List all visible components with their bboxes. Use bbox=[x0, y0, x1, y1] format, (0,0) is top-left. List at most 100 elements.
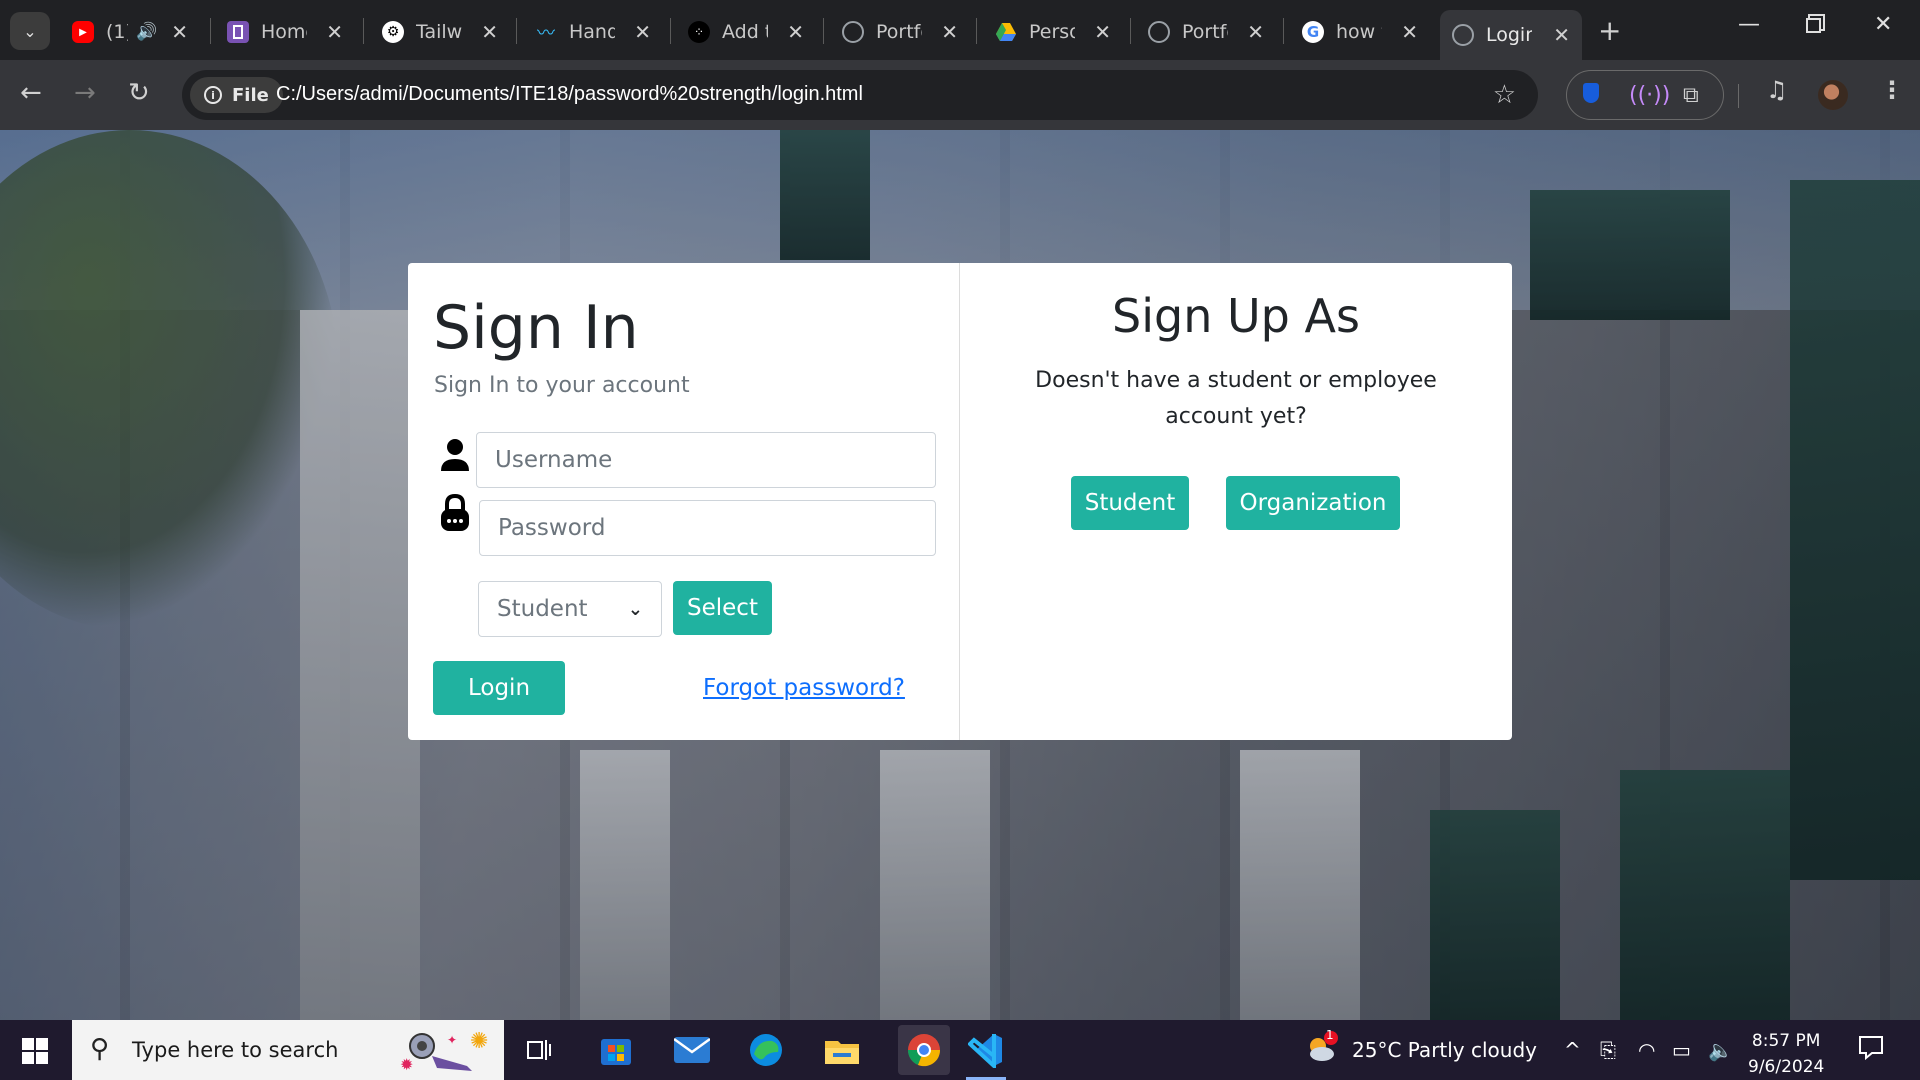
signup-student-button[interactable]: Student bbox=[1071, 476, 1189, 530]
tab-login[interactable]: Login ✕ bbox=[1440, 10, 1582, 60]
tab-add[interactable]: ⁘ Add t ✕ bbox=[676, 10, 816, 54]
back-button[interactable]: ← bbox=[20, 78, 42, 108]
tab-portfolio-2[interactable]: Portfo ✕ bbox=[1136, 10, 1276, 54]
forward-button[interactable]: → bbox=[74, 78, 96, 108]
arrow-left-icon: ← bbox=[20, 78, 42, 108]
globe-icon bbox=[1452, 24, 1474, 46]
tab-title: Handl bbox=[569, 21, 615, 43]
tab-home[interactable]: Home ✕ bbox=[215, 10, 355, 54]
bitwarden-icon[interactable] bbox=[1583, 83, 1599, 109]
youtube-icon: ▶ bbox=[72, 21, 94, 43]
url-text[interactable]: C:/Users/admi/Documents/ITE18/password%2… bbox=[276, 83, 863, 106]
tab-title: Tailwi bbox=[416, 21, 462, 43]
mail-icon[interactable] bbox=[672, 1030, 712, 1070]
profile-avatar[interactable] bbox=[1818, 80, 1848, 110]
media-control-icon[interactable]: ♫ bbox=[1766, 76, 1788, 104]
chevron-down-icon: ⌄ bbox=[627, 598, 643, 620]
signup-title: Sign Up As bbox=[1112, 289, 1360, 343]
microsoft-store-icon[interactable] bbox=[596, 1030, 636, 1070]
tab-tailwind-chat[interactable]: ⚙ Tailwi ✕ bbox=[370, 10, 510, 54]
chrome-taskbar-icon[interactable] bbox=[898, 1025, 950, 1075]
toolbar-divider bbox=[1738, 84, 1739, 108]
close-icon[interactable]: ✕ bbox=[1401, 20, 1418, 44]
tab-divider bbox=[210, 18, 211, 44]
taskbar-search[interactable]: ⚲ Type here to search ✺ ✹ ✦ bbox=[72, 1020, 504, 1080]
tab-divider bbox=[363, 18, 364, 44]
signup-description: Doesn't have a student or employee accou… bbox=[1035, 368, 1437, 429]
tab-google-search[interactable]: G how t ✕ bbox=[1290, 10, 1430, 54]
task-view-icon[interactable] bbox=[520, 1030, 560, 1070]
close-icon[interactable]: ✕ bbox=[171, 20, 188, 44]
drive-icon bbox=[995, 21, 1017, 43]
forgot-password-link[interactable]: Forgot password? bbox=[703, 675, 905, 701]
login-card: Sign In Sign In to your account Username… bbox=[408, 263, 1512, 740]
browser-toolbar: ← → ↻ i File C:/Users/admi/Documents/ITE… bbox=[0, 60, 1920, 130]
wifi-icon[interactable]: ◠ bbox=[1638, 1038, 1655, 1062]
tab-youtube[interactable]: ▶ (1) 🔊 ✕ bbox=[60, 10, 200, 54]
tab-search-button[interactable]: ⌄ bbox=[10, 12, 50, 50]
password-input[interactable]: Password bbox=[479, 500, 936, 556]
signup-organization-button[interactable]: Organization bbox=[1226, 476, 1400, 530]
system-clock[interactable]: 8:57 PM 9/6/2024 bbox=[1748, 1028, 1824, 1080]
extension-signal-icon[interactable]: ((·)) bbox=[1629, 83, 1670, 108]
vscode-icon[interactable] bbox=[966, 1030, 1006, 1080]
extensions-puzzle-icon[interactable]: ⧉ bbox=[1683, 83, 1699, 108]
tab-title: Add t bbox=[722, 21, 768, 43]
tab-title: (1) bbox=[106, 21, 128, 43]
chevron-up-icon[interactable]: ^ bbox=[1564, 1038, 1581, 1062]
username-input[interactable]: Username bbox=[476, 432, 936, 488]
close-icon: ✕ bbox=[1874, 12, 1893, 37]
speaker-icon[interactable]: 🔊 bbox=[136, 22, 157, 42]
weather-partly-cloudy-icon[interactable]: 1 bbox=[1304, 1028, 1338, 1069]
close-icon[interactable]: ✕ bbox=[1094, 20, 1111, 44]
openai-icon: ⚙ bbox=[382, 21, 404, 43]
tab-divider bbox=[670, 18, 671, 44]
close-icon[interactable]: ✕ bbox=[326, 20, 343, 44]
tailwind-icon: 〰 bbox=[537, 23, 555, 44]
volume-icon[interactable]: 🔈 bbox=[1708, 1038, 1733, 1062]
weather-text[interactable]: 25°C Partly cloudy bbox=[1352, 1038, 1537, 1062]
battery-icon[interactable]: ▭ bbox=[1672, 1038, 1691, 1062]
close-icon[interactable]: ✕ bbox=[1247, 20, 1264, 44]
close-icon[interactable]: ✕ bbox=[941, 20, 958, 44]
tab-personal[interactable]: Perso ✕ bbox=[983, 10, 1123, 54]
close-icon[interactable]: ✕ bbox=[787, 20, 804, 44]
file-label: File bbox=[232, 84, 269, 106]
site-info-chip[interactable]: i File bbox=[190, 77, 283, 113]
close-window-button[interactable]: ✕ bbox=[1874, 12, 1892, 37]
login-button[interactable]: Login bbox=[433, 661, 565, 715]
bookmark-star-icon[interactable]: ☆ bbox=[1493, 80, 1516, 110]
tab-strip: ⌄ ▶ (1) 🔊 ✕ Home ✕ ⚙ Tailwi ✕ 〰 Handl ✕ … bbox=[0, 0, 1920, 60]
info-icon: i bbox=[204, 86, 222, 104]
network-device-icon[interactable]: ⎘ bbox=[1600, 1038, 1616, 1062]
role-select[interactable]: Student ⌄ bbox=[478, 581, 662, 637]
tab-divider bbox=[1283, 18, 1284, 44]
svg-text:✹: ✹ bbox=[400, 1055, 413, 1074]
reload-icon: ↻ bbox=[128, 78, 150, 108]
tab-handle[interactable]: 〰 Handl ✕ bbox=[523, 10, 663, 54]
windows-start-icon[interactable] bbox=[22, 1038, 48, 1064]
address-bar[interactable]: i File C:/Users/admi/Documents/ITE18/pas… bbox=[182, 70, 1538, 120]
minimize-button[interactable]: — bbox=[1738, 12, 1760, 37]
tab-portfolio-1[interactable]: Portfo ✕ bbox=[830, 10, 970, 54]
svg-text:✺: ✺ bbox=[470, 1029, 488, 1054]
tab-divider bbox=[823, 18, 824, 44]
role-select-value: Student bbox=[497, 596, 588, 622]
tab-divider bbox=[976, 18, 977, 44]
tab-divider bbox=[1130, 18, 1131, 44]
new-tab-button[interactable]: + bbox=[1598, 14, 1621, 47]
reload-button[interactable]: ↻ bbox=[128, 78, 150, 108]
file-explorer-icon[interactable] bbox=[822, 1030, 862, 1070]
tab-title: how t bbox=[1336, 21, 1382, 43]
search-highlight-art-icon: ✺ ✹ ✦ bbox=[400, 1029, 488, 1074]
restore-button[interactable] bbox=[1806, 14, 1821, 39]
menu-kebab-icon[interactable]: ⋮ bbox=[1880, 76, 1904, 104]
notifications-icon[interactable] bbox=[1858, 1034, 1884, 1065]
edge-browser-icon[interactable] bbox=[746, 1030, 786, 1070]
select-button[interactable]: Select bbox=[673, 581, 772, 635]
close-icon[interactable]: ✕ bbox=[1553, 23, 1570, 47]
google-icon: G bbox=[1302, 21, 1324, 43]
signin-title: Sign In bbox=[433, 293, 639, 363]
close-icon[interactable]: ✕ bbox=[481, 20, 498, 44]
close-icon[interactable]: ✕ bbox=[634, 20, 651, 44]
